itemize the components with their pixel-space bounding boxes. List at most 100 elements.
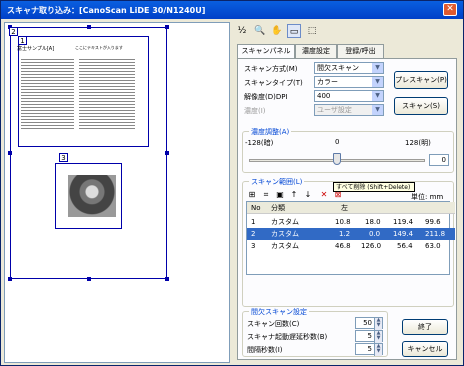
prescan-button[interactable]: プレスキャン(P) bbox=[394, 71, 448, 89]
scan-count-value: 50 bbox=[363, 319, 372, 327]
document-text-block bbox=[79, 59, 135, 131]
cell-no: 1 bbox=[251, 218, 256, 226]
region-frame-icon[interactable]: ⌗ bbox=[261, 190, 271, 200]
table-row[interactable]: 2 カスタム 1.2 0.0 149.4 211.8 bbox=[247, 228, 455, 240]
cell-left: 1.2 bbox=[339, 230, 351, 238]
preview-pane[interactable]: 2 1 3 富士サンプル[A] ここにテキストが入ります bbox=[4, 22, 230, 363]
tab-register[interactable]: 登録/呼出 bbox=[337, 44, 384, 58]
interval-scan-label: 間欠スキャン設定 bbox=[249, 307, 309, 317]
resize-handle[interactable] bbox=[8, 151, 12, 155]
density-value: ユーザ設定 bbox=[317, 106, 352, 114]
settings-panel: ½ 🔍 ✋ ▭ ⬚ スキャンパネル 濃度設定 登録/呼出 スキャン方式(M) 間… bbox=[233, 22, 461, 363]
document-text: ここにテキストが入ります bbox=[75, 45, 123, 50]
resize-handle[interactable] bbox=[165, 151, 169, 155]
region-number: 3 bbox=[59, 153, 68, 162]
resize-handle[interactable] bbox=[165, 25, 169, 29]
spinner[interactable]: ▲ ▼ bbox=[374, 331, 382, 343]
chevron-down-icon: ▼ bbox=[372, 77, 383, 87]
density-value-field[interactable]: 0 bbox=[429, 154, 449, 166]
column-header-type: 分類 bbox=[271, 204, 285, 212]
cell-width: 119.4 bbox=[393, 218, 414, 226]
region-number: 1 bbox=[18, 36, 27, 45]
scan-count-label: スキャン回数(C) bbox=[247, 320, 300, 328]
cell-height: 99.6 bbox=[425, 218, 441, 226]
finish-button[interactable]: 終了 bbox=[402, 319, 448, 335]
delete-all-tooltip: すべて削除 (Shift+Delete) bbox=[333, 182, 415, 192]
table-row[interactable]: 1 カスタム 10.8 18.0 119.4 99.6 bbox=[247, 216, 455, 228]
scan-method-select[interactable]: 間欠スキャン ▼ bbox=[314, 62, 384, 74]
cell-top: 18.0 bbox=[365, 218, 381, 226]
chevron-down-icon: ▼ bbox=[372, 105, 383, 115]
move-up-icon[interactable]: ↑ bbox=[289, 190, 299, 200]
cell-width: 149.4 bbox=[393, 230, 414, 238]
scan-range-label: スキャン範囲(L) bbox=[249, 177, 305, 187]
slider-max-label: 128(明) bbox=[405, 139, 431, 147]
cancel-button[interactable]: キャンセル bbox=[402, 341, 448, 357]
scan-type-select[interactable]: カラー ▼ bbox=[314, 76, 384, 88]
density-select: ユーザ設定 ▼ bbox=[314, 104, 384, 116]
zoom-icon[interactable]: 🔍 bbox=[253, 24, 267, 38]
cell-width: 56.4 bbox=[397, 242, 413, 250]
hand-icon[interactable]: ✋ bbox=[270, 24, 284, 38]
document-text-block bbox=[21, 59, 74, 131]
scanner-window: スキャナ取り込み：[CanoScan LiDE 30/N1240U] ✕ 2 1… bbox=[0, 0, 464, 366]
column-header-left: 左 bbox=[341, 204, 348, 212]
cell-height: 211.8 bbox=[425, 230, 446, 238]
start-delay-value: 5 bbox=[367, 332, 372, 340]
resize-handle[interactable] bbox=[87, 277, 91, 281]
cell-no: 2 bbox=[251, 230, 256, 238]
scan-type-value: カラー bbox=[317, 78, 338, 86]
cell-type: カスタム bbox=[271, 230, 299, 238]
spinner[interactable]: ▲ ▼ bbox=[374, 344, 382, 356]
document-title: 富士サンプル[A] bbox=[17, 46, 55, 52]
scan-panel: スキャン方式(M) 間欠スキャン ▼ スキャンタイプ(T) カラー ▼ 解像度(… bbox=[237, 58, 457, 360]
table-header: No 分類 左 bbox=[247, 202, 455, 214]
resolution-select[interactable]: 400 ▼ bbox=[314, 90, 384, 102]
move-down-icon[interactable]: ↓ bbox=[303, 190, 313, 200]
interval-value: 5 bbox=[367, 345, 372, 353]
cell-type: カスタム bbox=[271, 242, 299, 250]
interval-label: 間隔秒数(I) bbox=[247, 346, 283, 354]
resize-handle[interactable] bbox=[87, 25, 91, 29]
start-delay-label: スキャナ起動遅延秒数(B) bbox=[247, 333, 328, 341]
density-slider-thumb[interactable] bbox=[333, 153, 341, 165]
density-adjust-group: 濃度調整(A) -128(暗) 0 128(明) 0 bbox=[242, 127, 454, 173]
document-photo bbox=[68, 175, 116, 217]
scan-range-table[interactable]: No 分類 左 1 カスタム 10.8 18.0 119.4 99.6 2 カス… bbox=[246, 201, 455, 275]
density-adjust-label: 濃度調整(A) bbox=[249, 127, 292, 137]
delete-region-icon[interactable]: ✕ bbox=[319, 190, 329, 200]
cell-no: 3 bbox=[251, 242, 256, 250]
half-icon[interactable]: ½ bbox=[235, 24, 249, 38]
start-delay-field[interactable]: 5 ▲ ▼ bbox=[355, 330, 383, 343]
cell-top: 126.0 bbox=[361, 242, 382, 250]
table-row[interactable]: 3 カスタム 46.8 126.0 56.4 63.0 bbox=[247, 240, 455, 252]
resize-handle[interactable] bbox=[8, 277, 12, 281]
spinner[interactable]: ▲ ▼ bbox=[374, 318, 382, 330]
scan-type-label: スキャンタイプ(T) bbox=[244, 79, 303, 87]
chevron-down-icon: ▼ bbox=[372, 63, 383, 73]
cell-left: 10.8 bbox=[335, 218, 351, 226]
tab-density[interactable]: 濃度設定 bbox=[295, 44, 337, 58]
scan-count-field[interactable]: 50 ▲ ▼ bbox=[355, 317, 383, 330]
auto-crop-icon[interactable]: ⬚ bbox=[305, 24, 319, 38]
resolution-value: 400 bbox=[317, 92, 331, 100]
tab-scan-panel[interactable]: スキャンパネル bbox=[237, 44, 295, 59]
cell-top: 0.0 bbox=[369, 230, 381, 238]
resize-handle[interactable] bbox=[165, 277, 169, 281]
title-bar: スキャナ取り込み：[CanoScan LiDE 30/N1240U] ✕ bbox=[1, 1, 463, 19]
chevron-down-icon: ▼ bbox=[372, 91, 383, 101]
cell-left: 46.8 bbox=[335, 242, 351, 250]
save-region-icon[interactable]: ▣ bbox=[275, 190, 285, 200]
interval-field[interactable]: 5 ▲ ▼ bbox=[355, 343, 383, 356]
window-title: スキャナ取り込み：[CanoScan LiDE 30/N1240U] bbox=[7, 6, 206, 15]
select-rect-icon[interactable]: ▭ bbox=[287, 24, 301, 38]
interval-scan-group: 間欠スキャン設定 スキャン回数(C) 50 ▲ ▼ スキャナ起動遅延秒数(B) 5… bbox=[242, 307, 388, 357]
slider-mid-label: 0 bbox=[335, 138, 340, 146]
scan-method-label: スキャン方式(M) bbox=[244, 65, 298, 73]
scan-method-value: 間欠スキャン bbox=[317, 64, 359, 72]
add-region-icon[interactable]: ⊞ bbox=[247, 190, 257, 200]
close-button[interactable]: ✕ bbox=[443, 3, 457, 16]
scan-button[interactable]: スキャン(S) bbox=[394, 97, 448, 115]
slider-min-label: -128(暗) bbox=[245, 139, 274, 147]
region-number: 2 bbox=[9, 27, 18, 36]
